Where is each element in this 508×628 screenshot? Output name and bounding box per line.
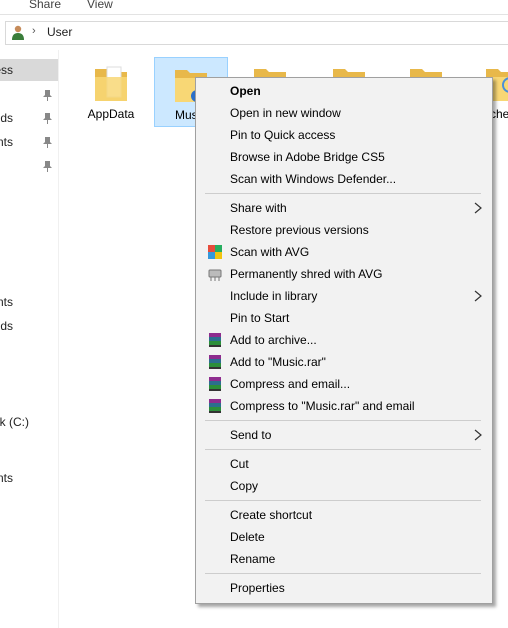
menu-separator [205, 449, 481, 450]
pin-icon [43, 161, 52, 172]
menu-item-scan-defender[interactable]: Scan with Windows Defender... [196, 168, 492, 190]
menu-separator [205, 420, 481, 421]
menu-item-open-new-window[interactable]: Open in new window [196, 102, 492, 124]
nav-item-quick-access[interactable]: ess [0, 59, 58, 81]
menu-item-send-to[interactable]: Send to [196, 424, 492, 446]
menu-item-compress-email[interactable]: Compress and email... [196, 373, 492, 395]
context-menu: Open Open in new window Pin to Quick acc… [195, 77, 493, 604]
menu-item-include-library[interactable]: Include in library [196, 285, 492, 307]
menu-item-properties[interactable]: Properties [196, 577, 492, 599]
shredder-icon [208, 269, 222, 281]
menu-item-cut[interactable]: Cut [196, 453, 492, 475]
menu-item-copy[interactable]: Copy [196, 475, 492, 497]
nav-item-downloads-2[interactable]: ds [0, 315, 58, 337]
submenu-arrow-icon [474, 290, 482, 302]
menu-item-open[interactable]: Open [196, 80, 492, 102]
breadcrumb-user[interactable]: User [47, 25, 72, 39]
pin-icon [43, 137, 52, 148]
menu-item-restore-versions[interactable]: Restore previous versions [196, 219, 492, 241]
menu-item-add-music-rar[interactable]: Add to "Music.rar" [196, 351, 492, 373]
menu-item-delete[interactable]: Delete [196, 526, 492, 548]
tab-share[interactable]: Share [29, 0, 61, 11]
menu-separator [205, 193, 481, 194]
menu-item-add-archive[interactable]: Add to archive... [196, 329, 492, 351]
submenu-arrow-icon [474, 429, 482, 441]
tab-view[interactable]: View [87, 0, 113, 11]
winrar-icon [209, 355, 221, 369]
pin-icon [43, 113, 52, 124]
menu-item-pin-quick-access[interactable]: Pin to Quick access [196, 124, 492, 146]
navigation-pane: ess ds nts nts ds k (C:) nts [0, 50, 59, 628]
menu-item-rename[interactable]: Rename [196, 548, 492, 570]
menu-item-scan-avg[interactable]: Scan with AVG [196, 241, 492, 263]
winrar-icon [209, 377, 221, 391]
avg-icon [208, 245, 222, 259]
submenu-arrow-icon [474, 202, 482, 214]
nav-item-documents-3[interactable]: nts [0, 467, 58, 489]
menu-item-browse-bridge[interactable]: Browse in Adobe Bridge CS5 [196, 146, 492, 168]
menu-item-share-with[interactable]: Share with [196, 197, 492, 219]
winrar-icon [209, 333, 221, 347]
nav-item-local-disk[interactable]: k (C:) [0, 411, 58, 433]
folder-icon [95, 66, 127, 101]
menu-separator [205, 573, 481, 574]
menu-item-create-shortcut[interactable]: Create shortcut [196, 504, 492, 526]
ribbon-tabs: Share View [0, 0, 508, 15]
menu-separator [205, 500, 481, 501]
pin-icon [43, 90, 52, 101]
address-bar[interactable]: › User [5, 21, 508, 45]
folder-label: AppData [87, 107, 135, 121]
folder-appdata[interactable]: AppData [75, 57, 147, 125]
menu-item-shred-avg[interactable]: Permanently shred with AVG [196, 263, 492, 285]
user-icon [12, 25, 24, 40]
menu-item-compress-music-email[interactable]: Compress to "Music.rar" and email [196, 395, 492, 417]
winrar-icon [209, 399, 221, 413]
chevron-right-icon[interactable]: › [32, 25, 36, 37]
nav-item-documents-2[interactable]: nts [0, 291, 58, 313]
menu-item-pin-start[interactable]: Pin to Start [196, 307, 492, 329]
